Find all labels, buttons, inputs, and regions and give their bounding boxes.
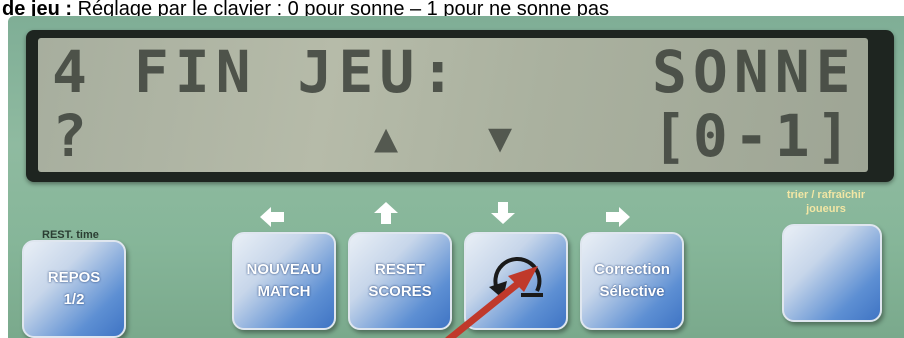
left-arrow-icon: [260, 206, 284, 228]
red-pointer-arrow-icon: [445, 266, 538, 338]
lcd-line1-left: 4 FIN JEU:: [52, 38, 462, 106]
reset-label-line2: SCORES: [368, 283, 432, 300]
repos-label-line1: REPOS: [47, 269, 101, 286]
lcd-display: 4 FIN JEU: SONNE ? ▲ ▼ [0-1]: [38, 38, 868, 172]
nouveau-label-line2: MATCH: [257, 283, 311, 300]
nouveau-label-line1: NOUVEAU: [246, 261, 322, 278]
repos-label-line2: 1/2: [63, 291, 85, 308]
sort-players-label: trier / rafraîchir joueurs: [786, 189, 866, 215]
repos-button[interactable]: REPOS 1/2: [22, 240, 126, 338]
reset-label-line1: RESET: [374, 261, 425, 278]
up-arrow-icon: [374, 202, 398, 224]
correction-label-line2: Sélective: [599, 283, 665, 300]
lcd-up-arrow-icon: ▲: [374, 115, 399, 161]
nouveau-match-button[interactable]: NOUVEAU MATCH: [232, 232, 336, 330]
correction-label-line1: Correction: [594, 261, 670, 278]
sort-players-button[interactable]: [782, 224, 882, 322]
lcd-line2-right: [0-1]: [652, 102, 857, 170]
lcd-down-arrow-icon: ▼: [488, 115, 513, 161]
correction-selective-button[interactable]: Correction Sélective: [580, 232, 684, 330]
lcd-bezel: 4 FIN JEU: SONNE ? ▲ ▼ [0-1]: [26, 30, 894, 182]
right-arrow-icon: [606, 206, 630, 228]
lcd-line1-right: SONNE: [652, 38, 857, 106]
reset-scores-button[interactable]: RESET SCORES: [348, 232, 452, 330]
lcd-line2-left: ?: [52, 102, 93, 170]
down-arrow-icon: [491, 202, 515, 224]
